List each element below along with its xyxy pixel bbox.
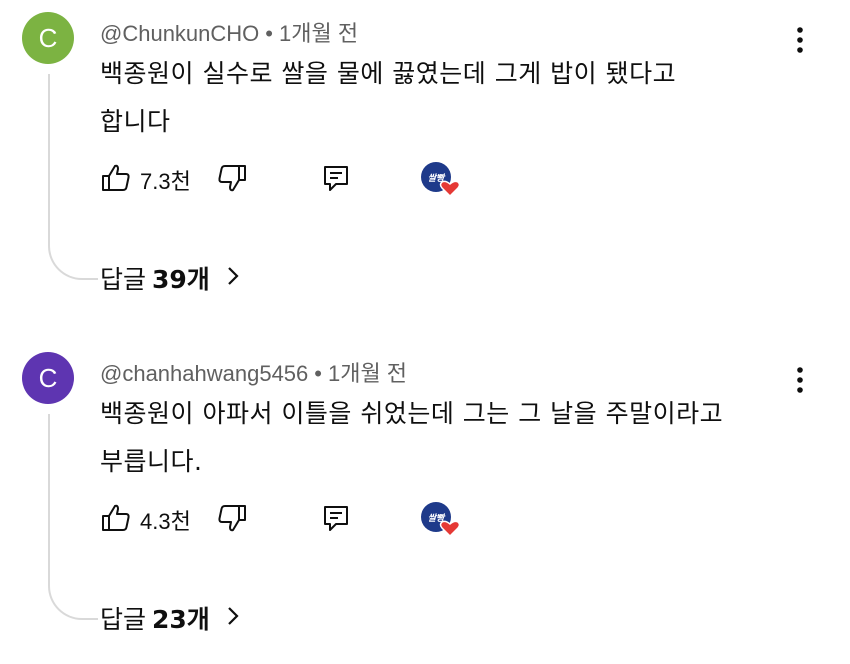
creator-heart-icon: 쌀빵	[420, 160, 461, 200]
creator-heart-icon: 쌀빵	[420, 500, 461, 540]
comment-actions: 7.3천 쌀빵	[100, 160, 500, 204]
replies-count: 23개	[152, 605, 210, 634]
comment-header: @ChunkunCHO • 1개월 전	[100, 16, 358, 48]
thumbs-down-icon	[216, 162, 248, 198]
like-count: 4.3천	[140, 509, 191, 534]
chevron-right-icon	[226, 264, 240, 293]
thread-line	[48, 414, 98, 620]
replies-count: 39개	[152, 265, 210, 294]
reply-button[interactable]	[320, 500, 352, 540]
reply-icon	[320, 162, 352, 198]
thread-line	[48, 74, 98, 280]
view-replies-button[interactable]: 답글 39개	[100, 260, 240, 296]
like-count: 7.3천	[140, 169, 191, 194]
author-handle[interactable]: @chanhahwang5456	[100, 361, 308, 386]
view-replies-button[interactable]: 답글 23개	[100, 600, 240, 636]
reply-button[interactable]	[320, 160, 352, 200]
comment-header: @chanhahwang5456 • 1개월 전	[100, 356, 407, 388]
avatar[interactable]: C	[22, 352, 74, 404]
chevron-right-icon	[226, 604, 240, 633]
reply-icon	[320, 502, 352, 538]
author-handle[interactable]: @ChunkunCHO	[100, 21, 259, 46]
like-button[interactable]: 4.3천	[100, 500, 191, 540]
replies-label: 답글	[100, 605, 147, 634]
replies-label: 답글	[100, 265, 147, 294]
comment-time: 1개월 전	[279, 21, 359, 46]
like-button[interactable]: 7.3천	[100, 160, 191, 200]
thumbs-down-icon	[216, 502, 248, 538]
comment-time: 1개월 전	[327, 361, 408, 386]
separator-dot: •	[265, 21, 273, 46]
avatar[interactable]: C	[22, 12, 74, 64]
comment-actions: 4.3천 쌀빵	[100, 500, 500, 544]
more-vert-icon[interactable]	[786, 364, 814, 396]
comment-text: 백종원이 아파서 이틀을 쉬었는데 그는 그 날을 주말이라고 부릅니다.	[100, 399, 724, 476]
comment-text: 백종원이 실수로 쌀을 물에 끓였는데 그게 밥이 됐다고 합니다	[100, 59, 677, 136]
dislike-button[interactable]	[216, 500, 248, 540]
thumbs-up-icon	[100, 502, 132, 538]
thumbs-up-icon	[100, 162, 132, 198]
separator-dot: •	[314, 361, 322, 386]
dislike-button[interactable]	[216, 160, 248, 200]
more-vert-icon[interactable]	[786, 24, 814, 56]
